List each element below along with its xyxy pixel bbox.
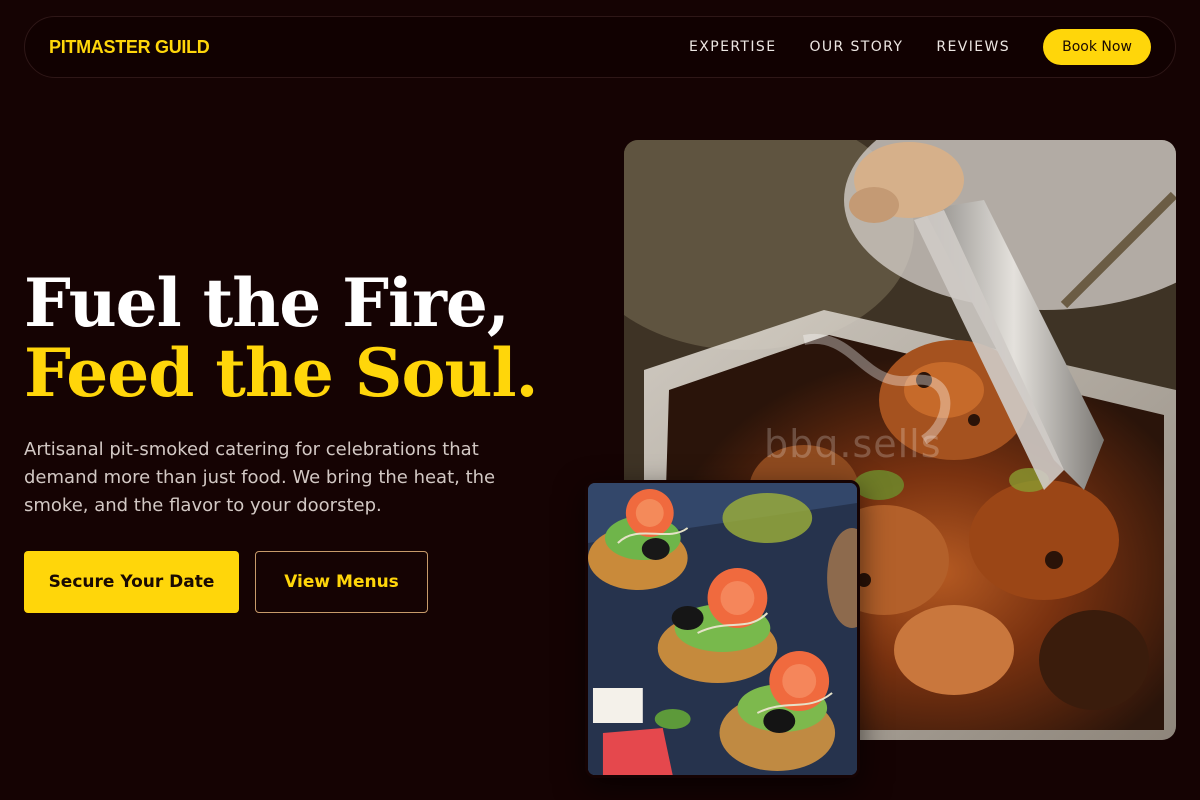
nav-links: EXPERTISE OUR STORY REVIEWS Book Now — [689, 29, 1151, 65]
nav-link-reviews[interactable]: REVIEWS — [936, 39, 1010, 55]
book-now-button[interactable]: Book Now — [1043, 29, 1151, 65]
hero-title-line2: Feed the Soul. — [24, 334, 539, 412]
nav-link-expertise[interactable]: EXPERTISE — [689, 39, 776, 55]
hero-title-line1: Fuel the Fire, — [24, 264, 510, 342]
hero-secondary-image — [585, 480, 860, 778]
image-watermark: bbq.sells — [764, 422, 942, 466]
brand-logo[interactable]: PITMASTER GUILD — [49, 37, 210, 58]
view-menus-button[interactable]: View Menus — [255, 551, 428, 613]
secure-date-button[interactable]: Secure Your Date — [24, 551, 239, 613]
hero-subtitle: Artisanal pit-smoked catering for celebr… — [24, 439, 496, 516]
top-nav: PITMASTER GUILD EXPERTISE OUR STORY REVI… — [24, 16, 1176, 78]
appetizer-photo-illustration — [588, 483, 857, 775]
hero-title: Fuel the Fire, Feed the Soul. — [24, 264, 539, 412]
nav-link-our-story[interactable]: OUR STORY — [809, 39, 903, 55]
